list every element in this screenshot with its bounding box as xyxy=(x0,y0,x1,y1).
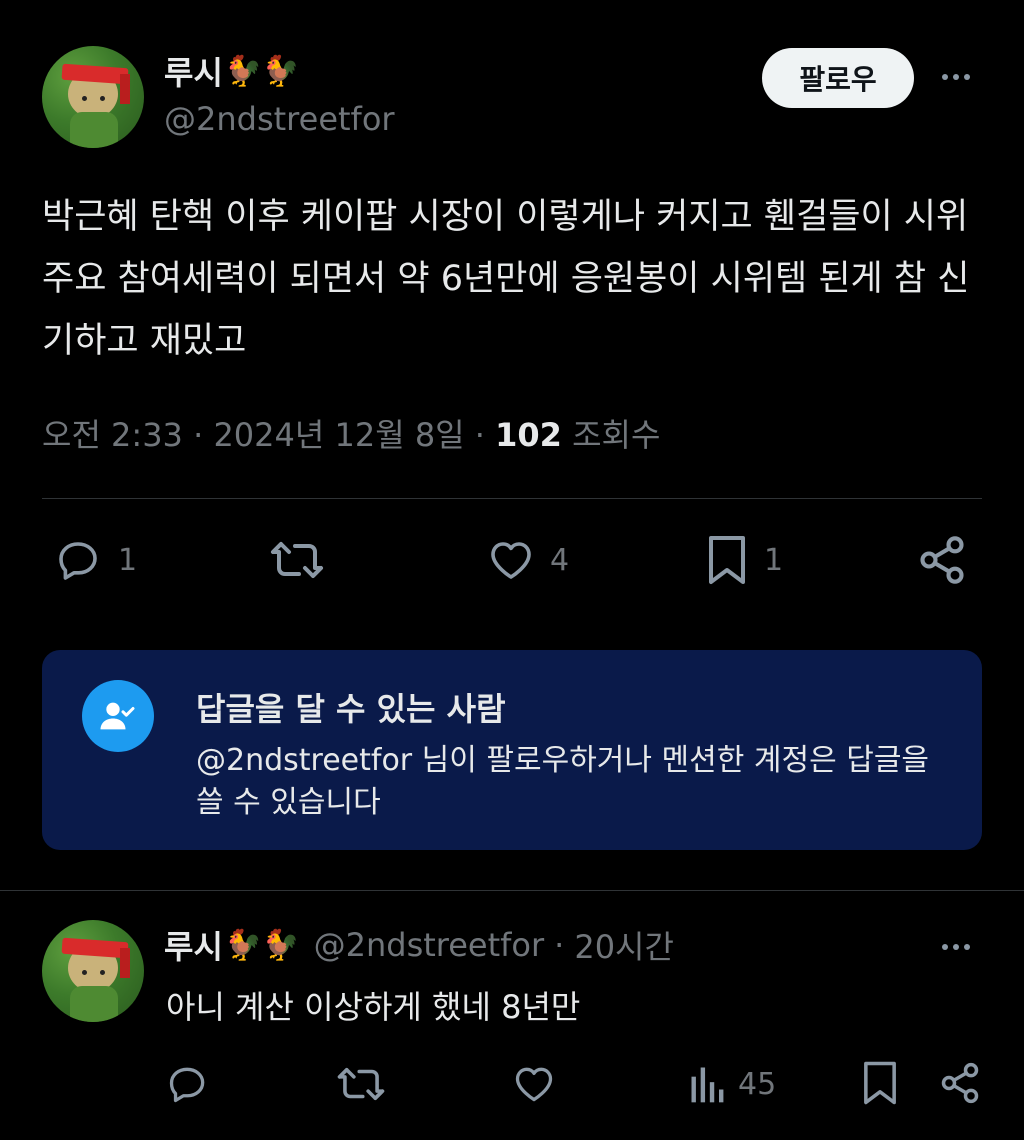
bookmark-icon xyxy=(709,536,745,584)
author-name-row[interactable]: 루시 🐓🐓 xyxy=(164,48,300,94)
reply-time[interactable]: 20시간 xyxy=(574,922,674,968)
meta-separator: · xyxy=(193,416,204,454)
reply-meta-separator: · xyxy=(554,926,565,964)
follow-button[interactable]: 팔로우 xyxy=(762,48,914,108)
bookmark-count: 1 xyxy=(764,542,784,578)
bookmark-button[interactable]: 1 xyxy=(704,534,783,586)
more-dot xyxy=(942,74,948,80)
avatar-headband-tail xyxy=(120,948,130,978)
reply-permission-title: 답글을 달 수 있는 사람 xyxy=(196,690,506,728)
reply-views-count: 45 xyxy=(738,1066,777,1102)
like-icon xyxy=(491,542,531,579)
retweet-icon xyxy=(337,1067,385,1101)
reply-author-avatar[interactable] xyxy=(42,920,144,1022)
reply-count: 1 xyxy=(118,542,138,578)
reply-text: 아니 계산 이상하게 했네 8년만 xyxy=(166,988,581,1026)
author-handle-row: @2ndstreetfor xyxy=(164,100,395,138)
share-icon xyxy=(920,536,964,584)
views-label: 조회수 xyxy=(572,416,661,454)
reply-bookmark-button[interactable] xyxy=(860,1060,900,1106)
more-dot xyxy=(964,944,970,950)
like-count: 4 xyxy=(550,542,570,578)
reply-icon xyxy=(169,1067,205,1103)
avatar-eye-right xyxy=(100,96,105,101)
reply-name-row: 루시 🐓🐓 @2ndstreetfor · 20시간 xyxy=(164,922,674,968)
reply-reply-button[interactable] xyxy=(166,1062,210,1106)
tweet-text: 박근혜 탄핵 이후 케이팝 시장이 이렇게나 커지고 휀걸들이 시위 주요 참여… xyxy=(42,197,970,361)
retweet-icon xyxy=(271,542,323,578)
reply-icon xyxy=(59,542,97,580)
tweet-date[interactable]: 2024년 12월 8일 xyxy=(213,416,464,454)
like-icon xyxy=(515,1067,553,1102)
avatar-body xyxy=(70,112,118,148)
more-dot xyxy=(953,74,959,80)
reply-views-button[interactable]: 45 xyxy=(688,1062,776,1106)
reply-permission-description: @2ndstreetfor 님이 팔로우하거나 멘션한 계정은 답글을 쓸 수 … xyxy=(196,743,930,820)
person-check-icon xyxy=(100,702,135,730)
tweet-action-bar: 1 4 1 xyxy=(0,530,1024,590)
reply-permission-icon-badge xyxy=(82,680,154,752)
meta-separator: · xyxy=(474,416,485,454)
reply-button[interactable]: 1 xyxy=(54,536,137,584)
avatar-eye-right xyxy=(100,970,105,975)
reply-display-name[interactable]: 루시 xyxy=(164,922,223,968)
avatar-body xyxy=(70,986,118,1022)
author-handle[interactable]: @2ndstreetfor xyxy=(164,100,395,138)
avatar-headband-tail xyxy=(120,74,130,104)
divider xyxy=(0,890,1024,891)
share-icon xyxy=(941,1062,979,1104)
like-button[interactable]: 4 xyxy=(486,536,569,584)
more-dot xyxy=(964,74,970,80)
reply-retweet-button[interactable] xyxy=(336,1062,386,1106)
author-name-emoji: 🐓🐓 xyxy=(224,53,300,89)
author-display-name[interactable]: 루시 xyxy=(164,48,223,94)
tweet-time[interactable]: 오전 2:33 xyxy=(42,416,183,454)
reply-handle[interactable]: @2ndstreetfor xyxy=(314,926,545,964)
share-button[interactable] xyxy=(916,534,968,586)
views-count: 102 xyxy=(495,416,562,454)
retweet-button[interactable] xyxy=(268,536,326,584)
divider xyxy=(42,498,982,499)
reply-permission-card[interactable]: 답글을 달 수 있는 사람 @2ndstreetfor 님이 팔로우하거나 멘션… xyxy=(42,650,982,850)
reply-share-button[interactable] xyxy=(938,1060,982,1106)
more-dot xyxy=(942,944,948,950)
more-dot xyxy=(953,944,959,950)
reply-more-icon[interactable] xyxy=(942,944,970,950)
more-icon[interactable] xyxy=(942,74,970,80)
views-icon xyxy=(691,1067,724,1103)
reply-name-emoji: 🐓🐓 xyxy=(224,927,300,963)
reply-like-button[interactable] xyxy=(512,1062,556,1106)
avatar-eye-left xyxy=(82,96,87,101)
bookmark-icon xyxy=(864,1061,896,1105)
avatar-eye-left xyxy=(82,970,87,975)
reply-action-bar: 45 xyxy=(0,1060,1024,1120)
author-avatar[interactable] xyxy=(42,46,144,148)
tweet-meta: 오전 2:33 · 2024년 12월 8일 · 102 조회수 xyxy=(42,410,660,456)
